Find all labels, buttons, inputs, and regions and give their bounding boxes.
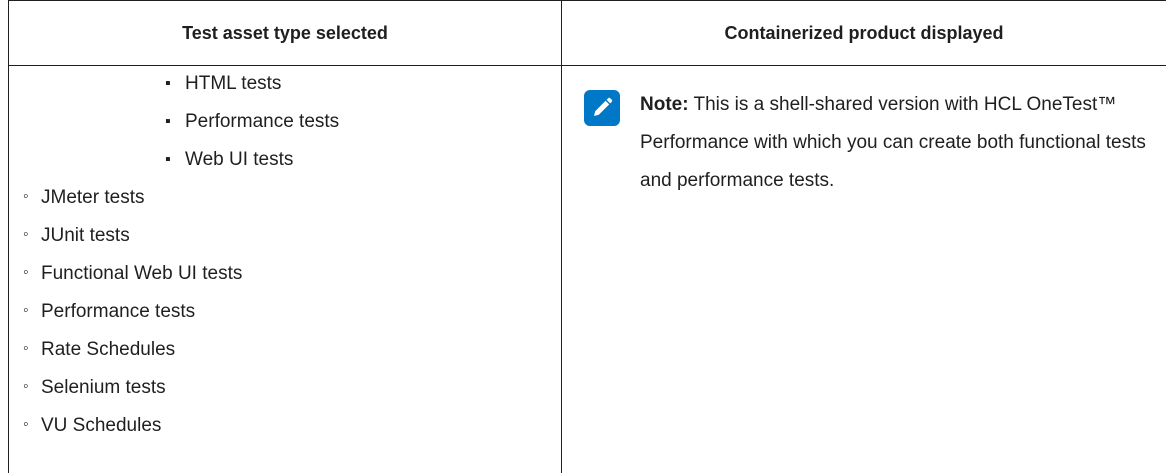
asset-type-list: ◦ JMeter tests ◦ JUnit tests ◦ Functiona…: [9, 186, 561, 438]
circle-bullet-icon: ◦: [23, 302, 29, 319]
square-bullet-icon: ▪: [165, 113, 171, 130]
list-item-label: Performance tests: [185, 111, 340, 132]
note-block: Note: This is a shell-shared version wit…: [562, 66, 1166, 200]
list-item: ◦ JUnit tests: [9, 224, 561, 248]
circle-bullet-icon: ◦: [23, 188, 29, 205]
pencil-icon: [584, 90, 620, 126]
list-item: ◦ Performance tests: [9, 300, 561, 324]
header-row: Test asset type selected Containerized p…: [8, 0, 1166, 66]
test-asset-cell: ▪ HTML tests ▪ Performance tests ▪ Web U…: [8, 65, 562, 473]
circle-bullet-icon: ◦: [23, 378, 29, 395]
circle-bullet-icon: ◦: [23, 340, 29, 357]
nested-asset-list: ▪ HTML tests ▪ Performance tests ▪ Web U…: [9, 72, 561, 172]
list-item: ◦ Selenium tests: [9, 376, 561, 400]
list-item-label: Web UI tests: [185, 149, 294, 170]
header-test-asset-type: Test asset type selected: [8, 0, 562, 66]
square-bullet-icon: ▪: [165, 151, 171, 168]
circle-bullet-icon: ◦: [23, 264, 29, 281]
list-item-label: JUnit tests: [41, 225, 130, 246]
list-item: ▪ Web UI tests: [9, 148, 561, 172]
list-item-label: Selenium tests: [41, 377, 166, 398]
table-row: ▪ HTML tests ▪ Performance tests ▪ Web U…: [8, 65, 1166, 473]
header-containerized-product: Containerized product displayed: [561, 0, 1166, 66]
square-bullet-icon: ▪: [165, 75, 171, 92]
circle-bullet-icon: ◦: [23, 416, 29, 433]
list-item-label: JMeter tests: [41, 187, 145, 208]
list-item: ▪ Performance tests: [9, 110, 561, 134]
asset-product-table: Test asset type selected Containerized p…: [8, 0, 1166, 473]
list-item: ▪ HTML tests: [9, 72, 561, 96]
list-item: ◦ JMeter tests: [9, 186, 561, 210]
list-item-label: Rate Schedules: [41, 339, 176, 360]
circle-bullet-icon: ◦: [23, 226, 29, 243]
list-item-label: Performance tests: [41, 301, 196, 322]
list-item-label: VU Schedules: [41, 415, 162, 436]
list-item-label: HTML tests: [185, 73, 282, 94]
list-item: ◦ VU Schedules: [9, 414, 561, 438]
note-label: Note:: [640, 94, 689, 115]
list-item: ◦ Rate Schedules: [9, 338, 561, 362]
note-text: This is a shell-shared version with HCL …: [640, 94, 1146, 191]
list-item: ◦ Functional Web UI tests: [9, 262, 561, 286]
list-item-label: Functional Web UI tests: [41, 263, 243, 284]
containerized-product-cell: Note: This is a shell-shared version wit…: [561, 65, 1166, 473]
